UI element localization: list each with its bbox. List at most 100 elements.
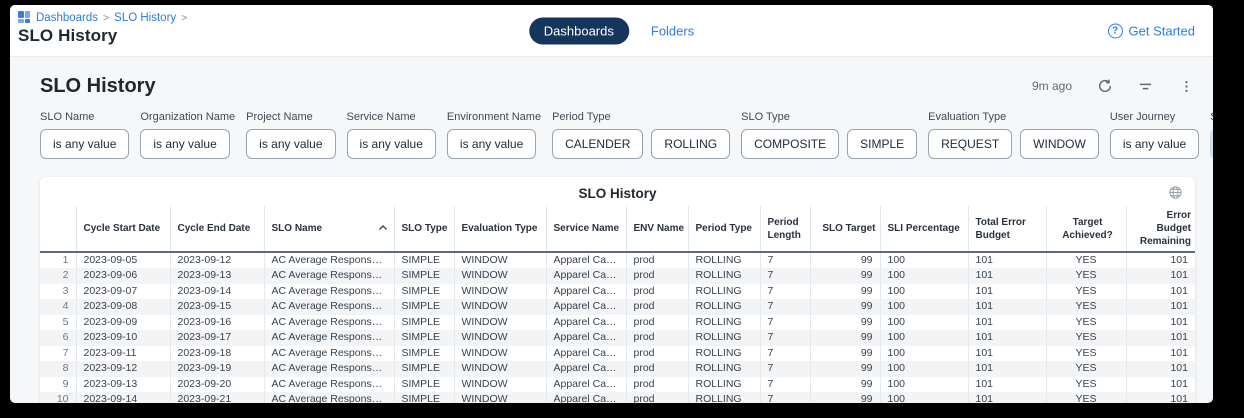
breadcrumb-link-slo-history[interactable]: SLO History [114, 12, 176, 24]
column-header-error-budget-remaining[interactable]: Error Budget Remaining [1126, 206, 1195, 252]
cell-period-length: 7 [760, 377, 810, 393]
filter-project-name: Project Nameis any value [246, 111, 335, 159]
cell-slo-type: SIMPLE [394, 361, 454, 377]
cell-sli-percentage: 100 [880, 284, 968, 300]
cell-cycle-start-date: 2023-09-08 [76, 299, 170, 315]
globe-icon[interactable] [1168, 185, 1183, 205]
column-header-label: SLO Type [402, 223, 448, 234]
column-header-period-type[interactable]: Period Type [688, 206, 760, 252]
filter-value-composite[interactable]: COMPOSITE [741, 129, 839, 159]
cell-error-budget-remaining: 101 [1126, 268, 1195, 284]
table-row[interactable]: 32023-09-072023-09-14AC Average Response… [40, 284, 1195, 300]
tab-folders[interactable]: Folders [651, 23, 694, 38]
column-header-cycle-end-date[interactable]: Cycle End Date [170, 206, 264, 252]
filter-controls: is any value [1110, 129, 1199, 159]
cell-cycle-start-date: 2023-09-05 [76, 252, 170, 268]
tab-dashboards[interactable]: Dashboards [529, 17, 629, 44]
filter-value-rolling[interactable]: ROLLING [651, 129, 730, 159]
breadcrumb-separator: > [181, 12, 187, 24]
cell-slo-type: SIMPLE [394, 252, 454, 268]
filter-value-calender[interactable]: CALENDER [552, 129, 643, 159]
filter-value-is-any-value[interactable]: is any value [40, 129, 129, 159]
filter-evaluation-type: Evaluation Type REQUEST WINDOW [928, 111, 1099, 159]
cell-target-achieved: YES [1046, 377, 1126, 393]
more-vert-icon[interactable] [1178, 78, 1195, 95]
filter-value-is-in-the-last-2-months[interactable]: is in the last 2 months [1210, 129, 1213, 159]
cell-slo-type: SIMPLE [394, 315, 454, 331]
column-header-sli-percentage[interactable]: SLI Percentage [880, 206, 968, 252]
table-row[interactable]: 92023-09-132023-09-20AC Average Response… [40, 377, 1195, 393]
table-row[interactable]: 52023-09-092023-09-16AC Average Response… [40, 315, 1195, 331]
cell-target-achieved: YES [1046, 252, 1126, 268]
cell-period-length: 7 [760, 361, 810, 377]
cell-total-error-budget: 101 [968, 268, 1046, 284]
cell-slo-name: AC Average Response Time [264, 284, 394, 300]
cell-slo-target: 99 [810, 315, 880, 331]
cell-period-length: 7 [760, 315, 810, 331]
column-header-label: Cycle Start Date [84, 223, 161, 234]
filter-label: Start time duration [1210, 111, 1213, 123]
cell-period-length: 7 [760, 252, 810, 268]
cell-evaluation-type: WINDOW [454, 268, 546, 284]
column-header-slo-name[interactable]: SLO Name [264, 206, 394, 252]
cell-period-type: ROLLING [688, 361, 760, 377]
cell-error-budget-remaining: 101 [1126, 315, 1195, 331]
breadcrumb-link-dashboards[interactable]: Dashboards [36, 12, 98, 24]
table-row[interactable]: 72023-09-112023-09-18AC Average Response… [40, 346, 1195, 362]
cell-sli-percentage: 100 [880, 346, 968, 362]
filter-controls: is any value [246, 129, 335, 159]
table-row[interactable]: 62023-09-102023-09-17AC Average Response… [40, 330, 1195, 346]
table-row[interactable]: 102023-09-142023-09-21AC Average Respons… [40, 392, 1195, 403]
filter-label: Service Name [347, 111, 436, 123]
filter-value-simple[interactable]: SIMPLE [847, 129, 917, 159]
table-row[interactable]: 82023-09-122023-09-19AC Average Response… [40, 361, 1195, 377]
filter-value-request[interactable]: REQUEST [928, 129, 1012, 159]
cell-period-type: ROLLING [688, 330, 760, 346]
filter-icon[interactable] [1137, 78, 1154, 95]
column-header-evaluation-type[interactable]: Evaluation Type [454, 206, 546, 252]
column-header-label: SLO Name [272, 223, 323, 234]
filter-period-type: Period TypeCALENDERROLLING [552, 111, 730, 159]
cell-slo-target: 99 [810, 268, 880, 284]
cell-target-achieved: YES [1046, 361, 1126, 377]
filter-value-is-any-value[interactable]: is any value [347, 129, 436, 159]
cell-evaluation-type: WINDOW [454, 315, 546, 331]
cell-error-budget-remaining: 101 [1126, 252, 1195, 268]
column-header-total-error-budget[interactable]: Total Error Budget [968, 206, 1046, 252]
cell-slo-target: 99 [810, 330, 880, 346]
column-header-cycle-start-date[interactable]: Cycle Start Date [76, 206, 170, 252]
cell-target-achieved: YES [1046, 392, 1126, 403]
cell-service-name: Apparel Catal… [546, 299, 626, 315]
table-row[interactable]: 12023-09-052023-09-12AC Average Response… [40, 252, 1195, 268]
filter-label: Evaluation Type [928, 111, 1099, 123]
column-header-slo-type[interactable]: SLO Type [394, 206, 454, 252]
filter-value-is-any-value[interactable]: is any value [447, 129, 536, 159]
cell-period-length: 7 [760, 392, 810, 403]
column-header-label: ENV Name [634, 223, 685, 234]
cell-total-error-budget: 101 [968, 299, 1046, 315]
cell-service-name: Apparel Catal… [546, 377, 626, 393]
filter-value-is-any-value[interactable]: is any value [140, 129, 229, 159]
cell-period-type: ROLLING [688, 299, 760, 315]
table-row[interactable]: 42023-09-082023-09-15AC Average Response… [40, 299, 1195, 315]
table-row[interactable]: 22023-09-062023-09-13AC Average Response… [40, 268, 1195, 284]
column-header-target-achieved[interactable]: Target Achieved? [1046, 206, 1126, 252]
cell-cycle-start-date: 2023-09-06 [76, 268, 170, 284]
top-bar: Dashboards > SLO History > SLO History D… [10, 5, 1213, 57]
cell-slo-type: SIMPLE [394, 392, 454, 403]
column-header-slo-target[interactable]: SLO Target [810, 206, 880, 252]
column-header-row-number[interactable] [40, 206, 76, 252]
filter-value-window[interactable]: WINDOW [1020, 129, 1099, 159]
filter-value-is-any-value[interactable]: is any value [246, 129, 335, 159]
column-header-service-name[interactable]: Service Name [546, 206, 626, 252]
get-started-button[interactable]: ? Get Started [1108, 23, 1195, 38]
refresh-icon[interactable] [1096, 78, 1113, 95]
cell-sli-percentage: 100 [880, 252, 968, 268]
column-header-period-length[interactable]: Period Length [760, 206, 810, 252]
column-header-env-name[interactable]: ENV Name [626, 206, 688, 252]
cell-target-achieved: YES [1046, 330, 1126, 346]
cell-period-type: ROLLING [688, 315, 760, 331]
cell-slo-name: AC Average Response Time [264, 330, 394, 346]
cell-slo-type: SIMPLE [394, 299, 454, 315]
filter-value-is-any-value[interactable]: is any value [1110, 129, 1199, 159]
